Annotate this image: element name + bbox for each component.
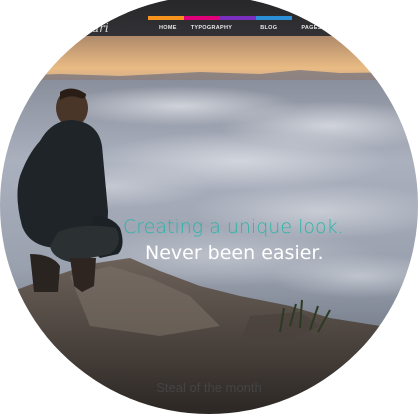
accent-purple: [220, 16, 256, 20]
accent-magenta: [184, 16, 220, 20]
nav-item-elements[interactable]: ELEMENTS: [339, 25, 371, 31]
hero-line-1: Creating a unique look.: [123, 216, 344, 238]
hero-line-2: Never been easier.: [145, 242, 324, 264]
theme-preview-thumbnail[interactable]: ari HOME TYPOGRAPHY BLOG PAGES ELEMENTS …: [0, 0, 418, 414]
theme-caption[interactable]: Steal of the month: [0, 380, 418, 395]
nav-item-home[interactable]: HOME: [159, 25, 177, 31]
accent-orange: [148, 16, 184, 20]
main-nav: HOME TYPOGRAPHY BLOG PAGES ELEMENTS: [159, 25, 371, 31]
accent-color-strip: [148, 16, 292, 20]
site-logo[interactable]: ari: [92, 21, 109, 35]
nav-item-blog[interactable]: BLOG: [260, 25, 277, 31]
nav-item-typography[interactable]: TYPOGRAPHY: [191, 25, 233, 31]
accent-blue: [256, 16, 292, 20]
nav-item-pages[interactable]: PAGES: [301, 25, 321, 31]
hero-background-image: [0, 0, 418, 414]
site-header-bar: ari HOME TYPOGRAPHY BLOG PAGES ELEMENTS: [0, 0, 418, 36]
